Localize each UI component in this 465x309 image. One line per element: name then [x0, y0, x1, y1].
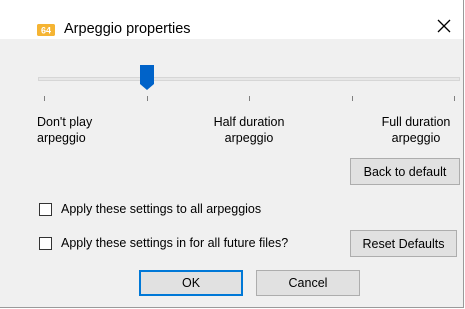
slider-label-full: Full duration arpeggio — [381, 115, 451, 145]
apply-future-files-option[interactable]: Apply these settings in for all future f… — [39, 236, 288, 250]
slider-tick — [44, 96, 45, 101]
apply-all-arpeggios-option[interactable]: Apply these settings to all arpeggios — [39, 202, 261, 216]
apply-future-files-label: Apply these settings in for all future f… — [61, 236, 289, 250]
slider-label-half: Half duration arpeggio — [213, 115, 285, 145]
title-bar: 64 Arpeggio properties — [0, 0, 463, 39]
reset-defaults-button[interactable]: Reset Defaults — [350, 230, 457, 257]
apply-all-arpeggios-label: Apply these settings to all arpeggios — [61, 202, 262, 216]
ok-button[interactable]: OK — [139, 270, 243, 296]
svg-text:64: 64 — [41, 26, 51, 36]
slider-tick — [352, 96, 353, 101]
close-icon — [437, 19, 451, 33]
arpeggio-slider-track[interactable] — [38, 77, 460, 81]
app-logo-icon: 64 — [37, 24, 55, 36]
apply-all-arpeggios-checkbox[interactable] — [39, 202, 52, 216]
close-button[interactable] — [424, 12, 464, 39]
slider-tick — [147, 96, 148, 101]
cancel-button[interactable]: Cancel — [256, 270, 360, 296]
slider-tick — [454, 96, 455, 101]
arpeggio-properties-dialog: 64 Arpeggio properties Don't play arpegg… — [0, 0, 464, 308]
arpeggio-slider-thumb[interactable] — [139, 65, 154, 91]
slider-label-min: Don't play arpeggio — [37, 115, 93, 145]
window-title: Arpeggio properties — [64, 21, 191, 37]
apply-future-files-checkbox[interactable] — [39, 236, 52, 250]
back-to-default-button[interactable]: Back to default — [350, 158, 460, 185]
slider-tick — [249, 96, 250, 101]
